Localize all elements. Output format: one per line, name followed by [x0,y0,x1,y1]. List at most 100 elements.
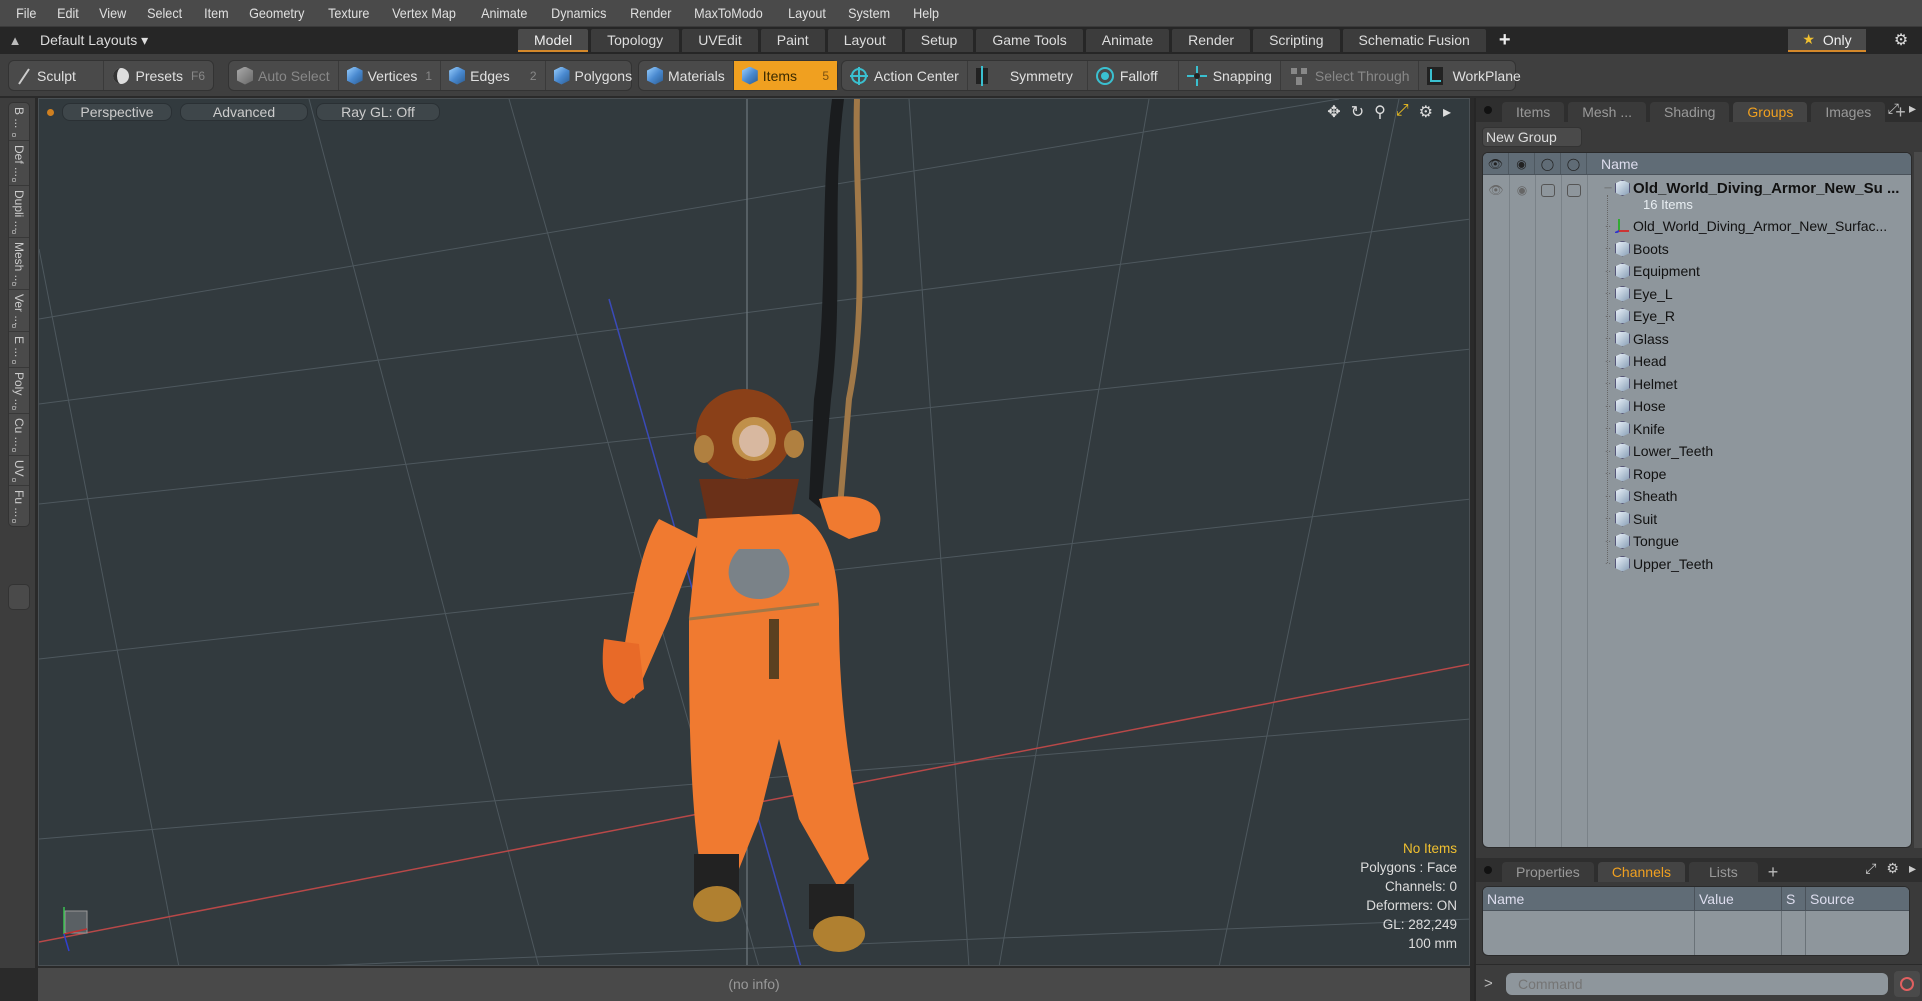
sculpt-button[interactable]: Sculpt [9,61,104,90]
auto-select-button[interactable]: Auto Select [229,61,339,90]
viewport-indicator-icon[interactable] [47,108,54,116]
menu-help[interactable]: Help [905,5,947,21]
group-child-row[interactable]: ·· Boots [1601,238,1911,260]
panel-menu-icon[interactable] [1484,106,1492,114]
collapse-icon[interactable]: ─ [1601,183,1615,194]
tab-groups[interactable]: Groups [1733,102,1808,122]
viewport-settings-icon[interactable]: ⚙ [1419,102,1433,122]
vtab-duplicate[interactable]: Dupli ... [9,186,29,238]
raygl-button[interactable]: Ray GL: Off [316,103,440,121]
tab-layout[interactable]: Layout [827,29,902,52]
menu-file[interactable]: File [8,5,45,21]
menu-vertex-map[interactable]: Vertex Map [384,5,464,21]
workplane-button[interactable]: WorkPlane [1419,61,1529,90]
lock-checkbox[interactable] [1535,179,1561,201]
tab-render[interactable]: Render [1172,29,1251,52]
tab-uvedit[interactable]: UVEdit [682,29,758,52]
tab-game-tools[interactable]: Game Tools [976,29,1083,52]
collapse-up-icon[interactable]: ▲ [0,33,30,48]
command-input[interactable] [1506,973,1888,995]
expand-panel-icon[interactable]: ⤢ [1888,100,1899,117]
add-tab-icon[interactable]: + [1489,29,1521,52]
only-button[interactable]: ★ Only [1788,29,1866,52]
group-child-row[interactable]: ·· Knife [1601,418,1911,440]
vtab-basic[interactable]: B ... [9,103,29,141]
group-child-row[interactable]: ·· Tongue [1601,530,1911,552]
group-child-row[interactable]: ·· Sheath [1601,485,1911,507]
maximize-view-icon[interactable]: ⤢ [1396,102,1409,122]
menu-maxtomodo[interactable]: MaxToModo [686,5,771,21]
panel-menu-icon[interactable] [1484,866,1492,874]
3d-viewport[interactable]: Perspective Advanced Ray GL: Off ✥ ↻ ⚲ ⤢… [38,98,1470,966]
vertices-button[interactable]: Vertices 1 [339,61,442,90]
menu-animate[interactable]: Animate [473,5,535,21]
vtab-fusion[interactable]: Fu ... [9,486,29,526]
tab-schematic-fusion[interactable]: Schematic Fusion [1342,29,1486,52]
visibility-toggle-icon[interactable]: 👁 [1483,179,1509,201]
menu-render[interactable]: Render [622,5,680,21]
items-button[interactable]: Items 5 [733,61,837,90]
tab-items[interactable]: Items [1502,102,1565,122]
group-child-row[interactable]: ·· Old_World_Diving_Armor_New_Surfac... [1601,215,1911,237]
lock-column-icon[interactable]: ◯ [1535,153,1561,174]
tab-model[interactable]: Model [518,29,589,52]
group-child-row[interactable]: ·· Eye_L [1601,283,1911,305]
menu-item[interactable]: Item [196,5,237,21]
group-child-row[interactable]: ·· Hose [1601,395,1911,417]
menu-texture[interactable]: Texture [320,5,378,21]
rotate-view-icon[interactable]: ↻ [1351,102,1364,122]
group-child-row[interactable]: ·· Glass [1601,328,1911,350]
new-group-button[interactable]: New Group [1482,127,1582,147]
tab-paint[interactable]: Paint [760,29,825,52]
tab-images[interactable]: Images [1811,102,1886,122]
menu-select[interactable]: Select [139,5,190,21]
panel-arrow-icon[interactable]: ▸ [1909,860,1916,877]
layout-selector[interactable]: Default Layouts ▾ [40,32,148,49]
polygons-button[interactable]: Polygons [546,61,641,90]
visibility-column-icon[interactable]: 👁 [1483,153,1509,174]
group-child-row[interactable]: ·· Equipment [1601,260,1911,282]
tab-channels[interactable]: Channels [1597,862,1685,882]
vtab-deform[interactable]: Def ... [9,141,29,186]
viewport-menu-arrow-icon[interactable]: ▸ [1443,102,1451,122]
menu-layout[interactable]: Layout [780,5,834,21]
group-child-row[interactable]: ·· Rope [1601,463,1911,485]
group-child-row[interactable]: ·· Suit [1601,508,1911,530]
view-mode-button[interactable]: Perspective [62,103,172,121]
select-through-button[interactable]: Select Through [1281,61,1419,90]
falloff-button[interactable]: Falloff [1088,61,1179,90]
group-child-row[interactable]: ·· Upper_Teeth [1601,553,1911,575]
vtab-extra[interactable] [8,584,30,610]
panel-settings-icon[interactable]: ⚙ [1886,860,1899,877]
group-child-row[interactable]: ·· Head [1601,350,1911,372]
tab-mesh[interactable]: Mesh ... [1568,102,1647,122]
tab-properties[interactable]: Properties [1502,862,1594,882]
menu-geometry[interactable]: Geometry [241,5,313,21]
group-child-row[interactable]: ·· Eye_R [1601,305,1911,327]
menu-dynamics[interactable]: Dynamics [543,5,615,21]
materials-button[interactable]: Materials [639,61,734,90]
vtab-curve[interactable]: Cu ... [9,414,29,456]
zoom-view-icon[interactable]: ⚲ [1374,102,1386,122]
tab-setup[interactable]: Setup [904,29,974,52]
select-column-icon[interactable]: ◯ [1561,153,1587,174]
symmetry-button[interactable]: Symmetry [968,61,1088,90]
tab-shading[interactable]: Shading [1650,102,1730,122]
vtab-polygon[interactable]: Poly ... [9,368,29,414]
panel-arrow-icon[interactable]: ▸ [1909,100,1916,117]
tab-scripting[interactable]: Scripting [1253,29,1340,52]
presets-button[interactable]: Presets F6 [104,61,213,90]
record-macro-button[interactable] [1894,971,1920,997]
menu-edit[interactable]: Edit [49,5,87,21]
action-center-button[interactable]: Action Center [842,61,968,90]
menu-view[interactable]: View [91,5,134,21]
snapping-button[interactable]: Snapping [1179,61,1281,90]
render-toggle-icon[interactable]: ◉ [1509,179,1535,201]
select-checkbox[interactable] [1561,179,1587,201]
vtab-mesh[interactable]: Mesh ... [9,238,29,290]
edges-button[interactable]: Edges 2 [441,61,546,90]
expand-panel-icon[interactable]: ⤢ [1865,860,1876,877]
vtab-uv[interactable]: UV [9,456,29,486]
menu-system[interactable]: System [840,5,898,21]
group-child-row[interactable]: ·· Helmet [1601,373,1911,395]
